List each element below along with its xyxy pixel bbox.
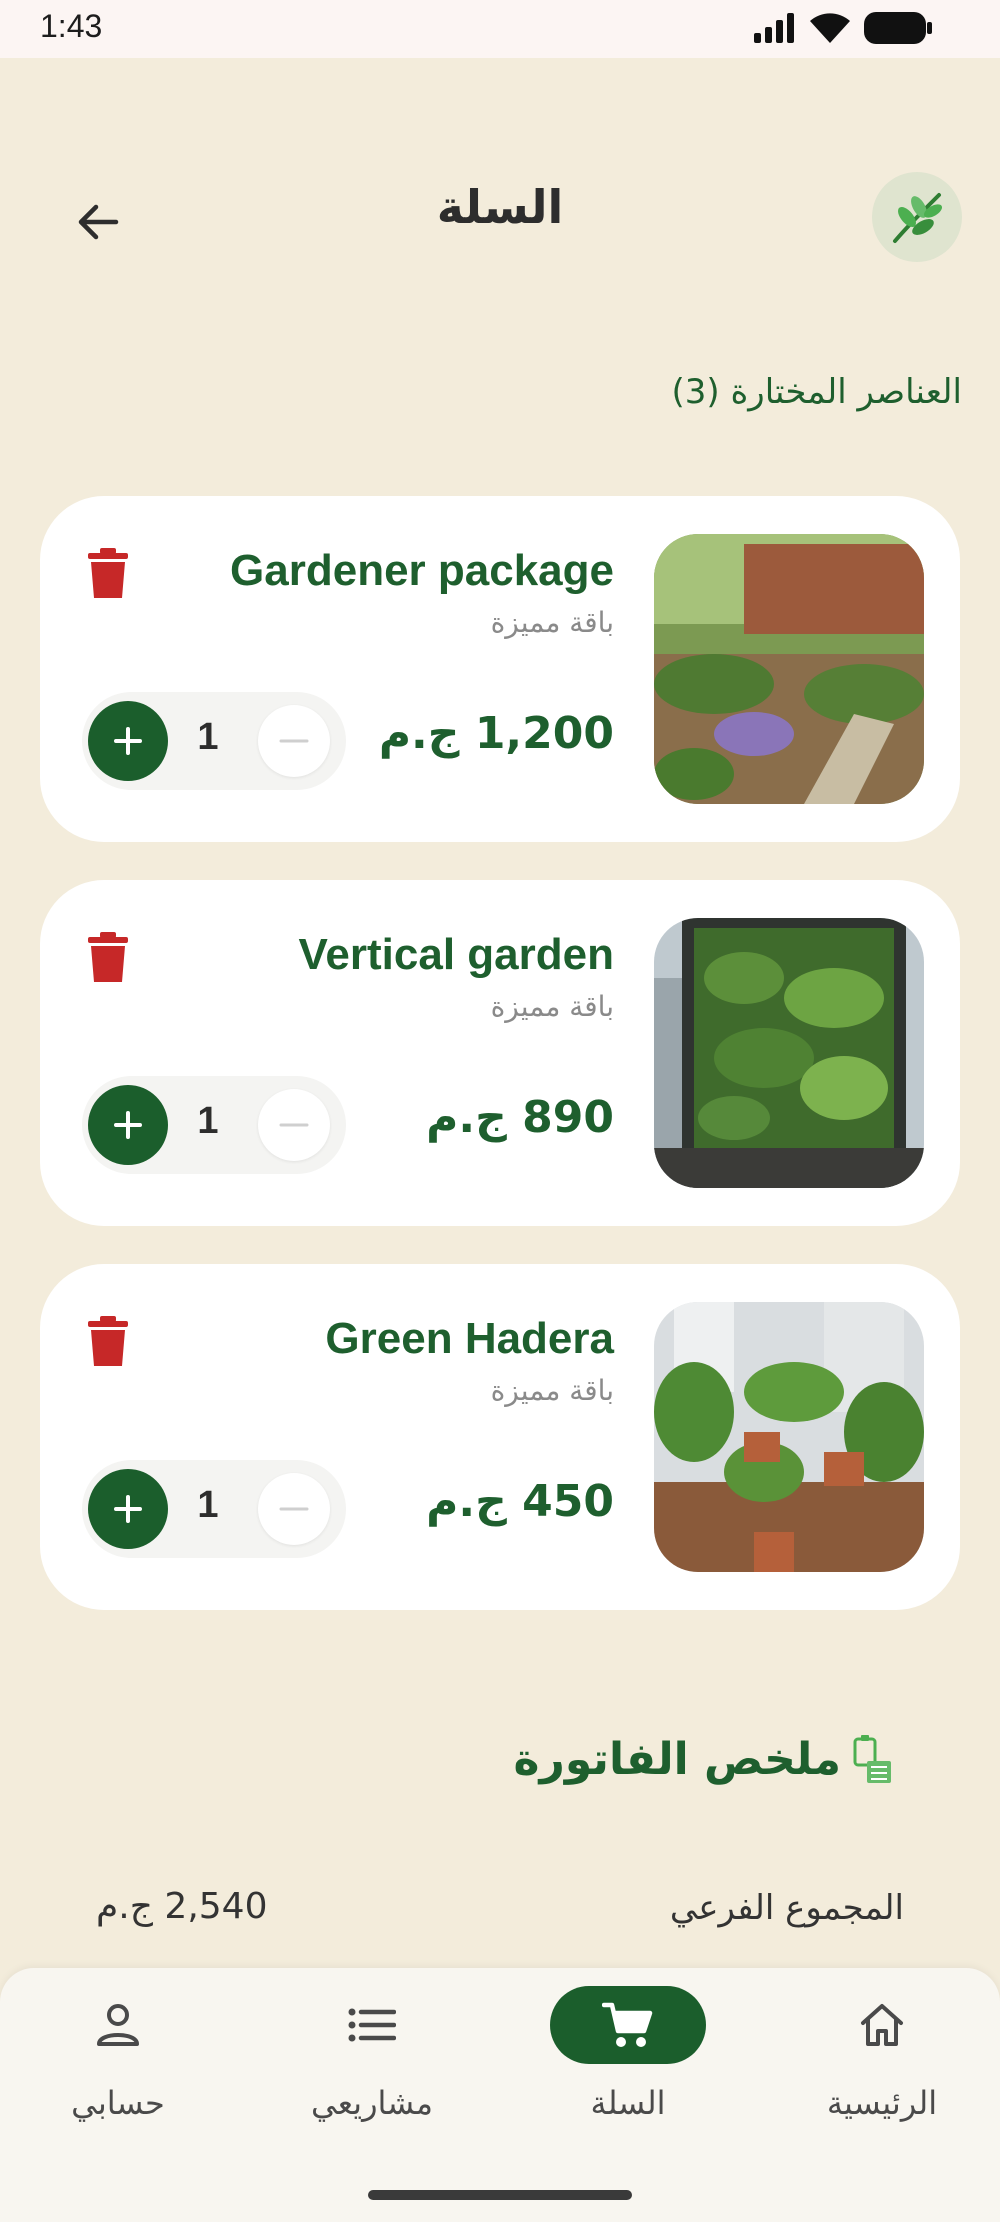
- nav-label-account: حسابي: [71, 2084, 165, 2122]
- increase-button[interactable]: [88, 1469, 168, 1549]
- delete-button[interactable]: [86, 1316, 130, 1368]
- signal-icon: [754, 13, 794, 43]
- delete-button[interactable]: [86, 548, 130, 600]
- quantity-stepper: 1: [82, 692, 346, 790]
- person-icon: [97, 2004, 139, 2046]
- wifi-icon: [810, 13, 850, 43]
- product-image: [654, 918, 924, 1188]
- minus-icon: [279, 1507, 309, 1511]
- product-title: Gardener package: [230, 546, 614, 595]
- delete-button[interactable]: [86, 932, 130, 984]
- subtotal-label: المجموع الفرعي: [669, 1888, 904, 1928]
- plus-icon: [114, 727, 142, 755]
- receipt-icon: [853, 1734, 891, 1783]
- decrease-button[interactable]: [258, 705, 330, 777]
- product-price: 890 ج.م: [426, 1092, 614, 1143]
- cart-icon: [602, 2002, 653, 2047]
- home-icon: [861, 2004, 903, 2046]
- product-image: [654, 534, 924, 804]
- product-title: Green Hadera: [325, 1314, 614, 1363]
- product-subtitle: باقة مميزة: [490, 606, 614, 639]
- selected-items-count: العناصر المختارة (3): [671, 372, 962, 412]
- product-title: Vertical garden: [298, 930, 614, 979]
- product-subtitle: باقة مميزة: [490, 1374, 614, 1407]
- plus-icon: [114, 1111, 142, 1139]
- trash-icon: [88, 548, 128, 598]
- quantity-value: 1: [197, 1100, 219, 1142]
- status-time: 1:43: [40, 8, 103, 44]
- product-price: 1,200 ج.م: [378, 708, 614, 759]
- leaf-icon: [893, 193, 943, 243]
- status-icons: [754, 12, 932, 44]
- invoice-summary-title: ملخص الفاتورة: [514, 1734, 895, 1785]
- cart-item: Gardener package باقة مميزة 1,200 ج.م 1: [40, 496, 960, 842]
- minus-icon: [279, 739, 309, 743]
- quantity-value: 1: [197, 1484, 219, 1526]
- nav-item-cart[interactable]: السلة: [528, 1986, 728, 2136]
- nav-label-home: الرئيسية: [826, 2084, 938, 2122]
- page-title: السلة: [436, 180, 564, 234]
- quantity-stepper: 1: [82, 1460, 346, 1558]
- quantity-stepper: 1: [82, 1076, 346, 1174]
- trash-icon: [88, 932, 128, 982]
- nav-item-account[interactable]: حسابي: [18, 1986, 218, 2136]
- home-indicator: [368, 2190, 632, 2200]
- nav-label-projects: مشاريعي: [311, 2084, 433, 2122]
- decrease-button[interactable]: [258, 1089, 330, 1161]
- battery-icon: [864, 12, 932, 44]
- cart-item: Green Hadera باقة مميزة 450 ج.م 1: [40, 1264, 960, 1610]
- trash-icon: [88, 1316, 128, 1366]
- cart-item: Vertical garden باقة مميزة 890 ج.م 1: [40, 880, 960, 1226]
- subtotal-value: 2,540 ج.م: [96, 1886, 268, 1927]
- product-image: [654, 1302, 924, 1572]
- status-bar: 1:43: [0, 0, 1000, 58]
- brand-logo: [872, 172, 962, 262]
- nav-item-projects[interactable]: مشاريعي: [272, 1986, 472, 2136]
- nav-label-cart: السلة: [590, 2084, 666, 2122]
- decrease-button[interactable]: [258, 1473, 330, 1545]
- bottom-navigation: الرئيسية السلة مشاريعي حسابي: [0, 1968, 1000, 2222]
- product-price: 450 ج.م: [426, 1476, 614, 1527]
- nav-item-home[interactable]: الرئيسية: [782, 1986, 982, 2136]
- list-icon: [348, 2008, 396, 2042]
- product-subtitle: باقة مميزة: [490, 990, 614, 1023]
- increase-button[interactable]: [88, 1085, 168, 1165]
- invoice-summary-label: ملخص الفاتورة: [513, 1734, 841, 1785]
- quantity-value: 1: [197, 716, 219, 758]
- increase-button[interactable]: [88, 701, 168, 781]
- app-header: السلة: [0, 150, 1000, 280]
- minus-icon: [279, 1123, 309, 1127]
- plus-icon: [114, 1495, 142, 1523]
